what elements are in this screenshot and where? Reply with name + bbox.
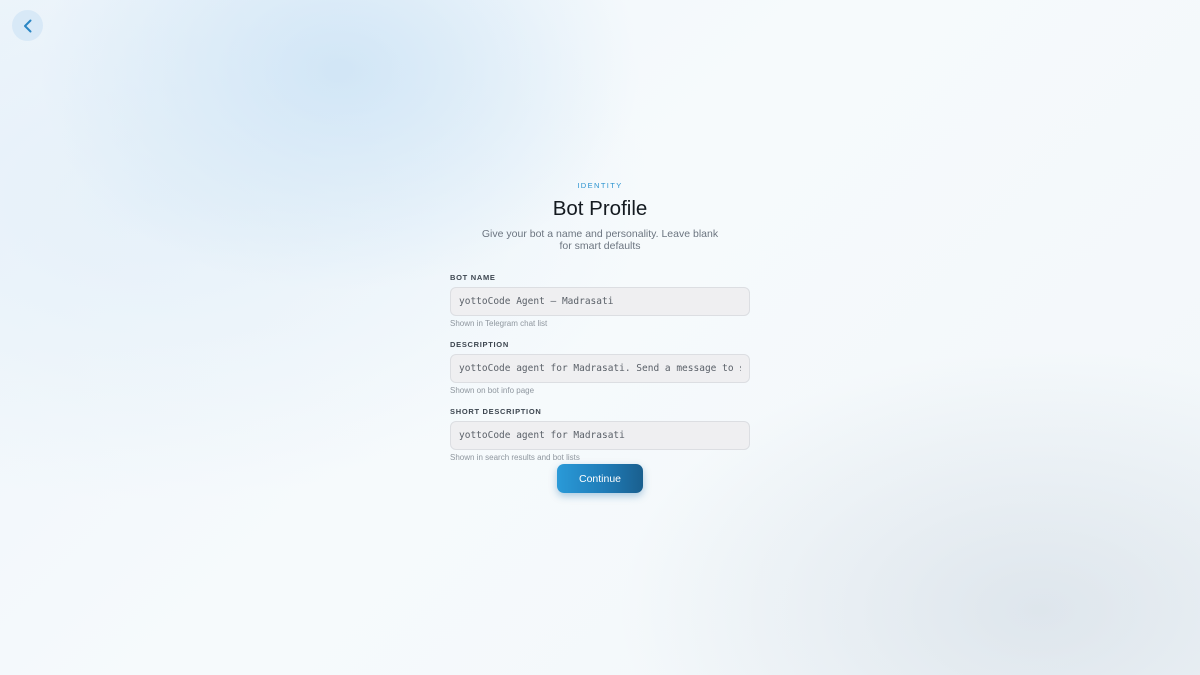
bot-name-label: BOT NAME (450, 273, 496, 282)
bot-name-hint: Shown in Telegram chat list (450, 319, 548, 328)
description-hint: Shown on bot info page (450, 386, 535, 395)
back-button[interactable] (12, 10, 43, 41)
continue-button[interactable]: Continue (557, 464, 643, 493)
description-input[interactable] (450, 354, 750, 383)
description-field: DESCRIPTION Shown on bot info page (450, 340, 750, 396)
section-eyebrow: IDENTITY (577, 181, 623, 190)
page-title: Bot Profile (552, 197, 648, 220)
bot-name-input[interactable] (450, 287, 750, 316)
short-description-label: SHORT DESCRIPTION (450, 407, 542, 416)
short-description-hint: Shown in search results and bot lists (450, 453, 580, 462)
bot-profile-panel: IDENTITY Bot Profile Give your bot a nam… (450, 181, 750, 463)
description-label: DESCRIPTION (450, 340, 509, 349)
bot-name-field: BOT NAME Shown in Telegram chat list (450, 273, 750, 329)
short-description-field: SHORT DESCRIPTION Shown in search result… (450, 407, 750, 463)
chevron-left-icon (22, 19, 34, 33)
short-description-input[interactable] (450, 421, 750, 450)
page-subtitle: Give your bot a name and personality. Le… (481, 228, 719, 252)
